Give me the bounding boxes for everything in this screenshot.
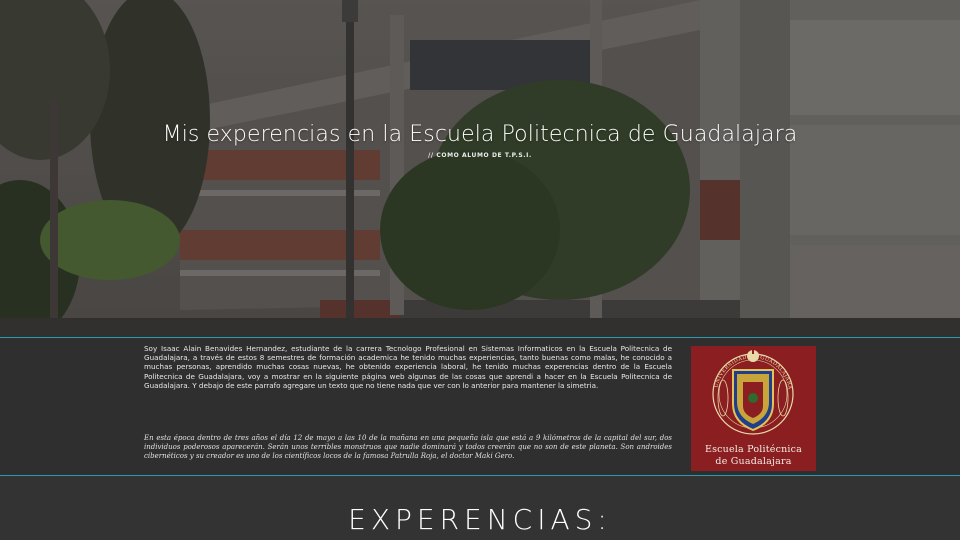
experiences-heading: EXPERENCIAS:	[348, 503, 612, 536]
about-section: Soy Isaac Alain Benavides Hernandez, est…	[0, 337, 960, 476]
hero-section: Mis experencias en la Escuela Politecnic…	[0, 0, 960, 337]
school-logo: UNIVERSIDAD DE GUADALAJARA Escuela Polit…	[691, 346, 816, 471]
logo-city-name: de Guadalajara	[715, 456, 792, 467]
filler-paragraph: En esta época dentro de tres años el día…	[144, 434, 672, 461]
experiences-section: EXPERENCIAS:	[0, 477, 960, 540]
coat-of-arms-icon: UNIVERSIDAD DE GUADALAJARA	[712, 348, 794, 435]
page-title: Mis experencias en la Escuela Politecnic…	[162, 122, 798, 147]
intro-paragraph: Soy Isaac Alain Benavides Hernandez, est…	[144, 344, 672, 390]
hero-overlay	[0, 0, 960, 337]
page-subtitle: // COMO ALUMO DE T.P.S.I.	[428, 152, 532, 159]
logo-school-name: Escuela Politécnica	[704, 444, 803, 455]
